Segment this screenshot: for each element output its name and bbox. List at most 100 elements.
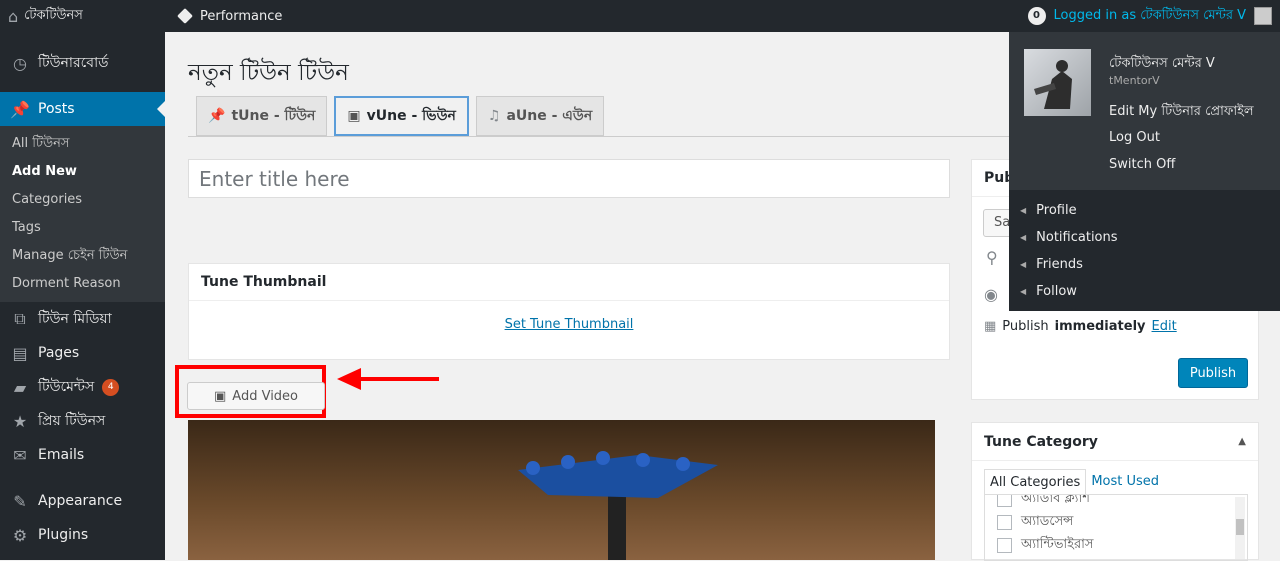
tune-category-header[interactable]: Tune Category ▲ bbox=[972, 423, 1258, 461]
log-out-link[interactable]: Log Out bbox=[1109, 130, 1160, 145]
location-icon: ⚲ bbox=[986, 248, 998, 267]
title-input[interactable] bbox=[188, 159, 950, 198]
user-account-dropdown: টেকটিউনস মেন্টর V tMentorV Edit My টিউনা… bbox=[1009, 32, 1280, 311]
submenu-manage-chain[interactable]: Manage চেইন টিউন bbox=[0, 242, 165, 270]
edit-profile-link[interactable]: Edit My টিউনার প্রোফাইল bbox=[1109, 102, 1254, 123]
caret-left-icon: ◀ bbox=[1020, 206, 1027, 215]
logged-in-link[interactable]: Logged in as টেকটিউনস মেন্টর V bbox=[1054, 6, 1246, 27]
tab-tune[interactable]: 📌 tUne - টিউন bbox=[196, 96, 328, 136]
dropdown-submenu: ◀ Profile ◀ Notifications ◀ Friends ◀ Fo… bbox=[1009, 190, 1280, 311]
category-checkbox[interactable] bbox=[997, 495, 1012, 507]
category-item[interactable]: অ্যান্টিভাইরাস bbox=[985, 534, 1247, 557]
media-icon: ⧉ bbox=[14, 309, 26, 328]
tab-label: aUne - এউন bbox=[506, 108, 593, 124]
sidebar-item-pages[interactable]: ▤ Pages bbox=[0, 336, 165, 370]
star-icon: ★ bbox=[12, 411, 28, 431]
site-home-link[interactable]: ⌂ টেকটিউনস bbox=[8, 0, 83, 32]
comment-count-badge: 4 bbox=[102, 378, 120, 396]
profile-photo bbox=[1034, 60, 1072, 109]
category-label: অ্যান্টিভাইরাস bbox=[1021, 537, 1094, 552]
dropdown-item-follow[interactable]: ◀ Follow bbox=[1009, 278, 1280, 305]
tab-all-categories[interactable]: All Categories bbox=[984, 469, 1087, 495]
performance-label: Performance bbox=[200, 8, 283, 24]
avatar[interactable] bbox=[1254, 7, 1272, 25]
tab-vune[interactable]: ▣ vUne - ভিউন bbox=[334, 96, 469, 136]
switch-off-link[interactable]: Switch Off bbox=[1109, 157, 1175, 172]
admin-sidebar: ◷ টিউনারবোর্ড 📌 Posts All টিউনস Add New … bbox=[0, 32, 165, 560]
sidebar-item-label: Posts bbox=[38, 101, 75, 117]
category-label: অ্যাডসেন্স bbox=[1021, 514, 1074, 529]
sidebar-item-dashboard[interactable]: ◷ টিউনারবোর্ড bbox=[0, 46, 165, 80]
sidebar-item-comments[interactable]: ▰ টিউমেন্টস 4 bbox=[0, 370, 165, 404]
tune-thumbnail-title: Tune Thumbnail bbox=[189, 264, 949, 301]
sidebar-item-plugins[interactable]: ⚙ Plugins bbox=[0, 518, 165, 552]
video-icon: ▣ bbox=[213, 388, 227, 404]
scrollbar-thumb[interactable] bbox=[1236, 519, 1244, 535]
dropdown-item-label: Profile bbox=[1036, 203, 1077, 218]
sidebar-item-label: Appearance bbox=[38, 493, 123, 509]
category-item[interactable]: অ্যাডসেন্স bbox=[985, 511, 1247, 534]
sidebar-item-appearance[interactable]: ✎ Appearance bbox=[0, 484, 165, 518]
tab-most-used[interactable]: Most Used bbox=[1086, 469, 1164, 495]
sidebar-item-emails[interactable]: ✉ Emails bbox=[0, 438, 165, 472]
submenu-categories[interactable]: Categories bbox=[0, 186, 165, 214]
performance-icon bbox=[177, 8, 193, 24]
submenu-tags[interactable]: Tags bbox=[0, 214, 165, 242]
tab-aune[interactable]: ♫ aUne - এউন bbox=[475, 96, 605, 136]
sidebar-item-media[interactable]: ⧉ টিউন মিডিয়া bbox=[0, 302, 165, 336]
category-scrollbar[interactable] bbox=[1235, 497, 1245, 559]
edit-schedule-link[interactable]: Edit bbox=[1152, 319, 1177, 334]
sidebar-item-posts[interactable]: 📌 Posts bbox=[0, 92, 165, 126]
music-icon: ♫ bbox=[487, 108, 501, 124]
category-checkbox[interactable] bbox=[997, 515, 1012, 530]
dashboard-icon: ◷ bbox=[13, 53, 27, 73]
category-checklist: অ্যাডাব ক্ল্যাশ অ্যাডসেন্স অ্যান্টিভাইরা… bbox=[984, 494, 1248, 561]
video-icon: ▣ bbox=[347, 108, 361, 124]
plugin-icon: ⚙ bbox=[12, 525, 28, 545]
collapse-toggle-icon[interactable]: ▲ bbox=[1238, 423, 1246, 461]
sidebar-item-label: প্রিয় টিউনস bbox=[38, 413, 106, 429]
sidebar-item-label: টিউনারবোর্ড bbox=[38, 55, 109, 71]
pin-icon: 📌 bbox=[208, 108, 226, 124]
publish-schedule: ▦ Publish immediately Edit bbox=[984, 319, 1177, 334]
submenu-all-tunes[interactable]: All টিউনস bbox=[0, 130, 165, 158]
post-type-tabs: 📌 tUne - টিউন ▣ vUne - ভিউন ♫ aUne - এউন bbox=[196, 96, 605, 136]
eye-icon: ◉ bbox=[984, 285, 998, 304]
sidebar-item-label: Emails bbox=[38, 447, 85, 463]
home-icon: ⌂ bbox=[8, 6, 19, 26]
video-preview-image bbox=[188, 420, 935, 560]
caret-left-icon: ◀ bbox=[1020, 287, 1027, 296]
publish-button[interactable]: Publish bbox=[1178, 358, 1248, 388]
brush-icon: ✎ bbox=[13, 491, 27, 511]
sidebar-item-label: Plugins bbox=[38, 527, 89, 543]
notification-count[interactable]: 0 bbox=[1027, 7, 1046, 25]
sidebar-item-favorites[interactable]: ★ প্রিয় টিউনস bbox=[0, 404, 165, 438]
category-tabs: All Categories Most Used bbox=[984, 469, 1164, 495]
add-video-button[interactable]: ▣ Add Video bbox=[187, 382, 325, 410]
category-checkbox[interactable] bbox=[997, 538, 1012, 553]
arrow-annotation bbox=[337, 368, 439, 390]
submenu-dorment-reason[interactable]: Dorment Reason bbox=[0, 270, 165, 298]
schedule-value: immediately bbox=[1054, 319, 1146, 334]
dropdown-item-profile[interactable]: ◀ Profile bbox=[1009, 197, 1280, 224]
page-title: নতুন টিউন টিউন bbox=[188, 60, 349, 86]
profile-avatar[interactable] bbox=[1024, 49, 1091, 116]
email-icon: ✉ bbox=[13, 445, 27, 465]
dropdown-item-friends[interactable]: ◀ Friends bbox=[1009, 251, 1280, 278]
set-thumbnail-link[interactable]: Set Tune Thumbnail bbox=[189, 317, 949, 332]
sidebar-item-label: টিউমেন্টস bbox=[38, 379, 95, 395]
category-item[interactable]: অ্যাডাব ক্ল্যাশ bbox=[985, 495, 1247, 511]
comment-icon: ▰ bbox=[13, 377, 27, 397]
submenu-add-new[interactable]: Add New bbox=[0, 158, 165, 186]
caret-left-icon: ◀ bbox=[1020, 233, 1027, 242]
dropdown-item-notifications[interactable]: ◀ Notifications bbox=[1009, 224, 1280, 251]
add-video-label: Add Video bbox=[232, 388, 299, 404]
calendar-icon: ▦ bbox=[984, 319, 997, 334]
dropdown-item-label: Notifications bbox=[1036, 230, 1118, 245]
dropdown-item-label: Follow bbox=[1036, 284, 1077, 299]
username: tMentorV bbox=[1109, 74, 1160, 87]
pushpin-icon: 📌 bbox=[10, 99, 30, 119]
admin-bar: ⌂ টেকটিউনস Performance 0 Logged in as টে… bbox=[0, 0, 1280, 32]
dropdown-item-label: Friends bbox=[1036, 257, 1083, 272]
performance-menu[interactable]: Performance bbox=[177, 0, 283, 32]
